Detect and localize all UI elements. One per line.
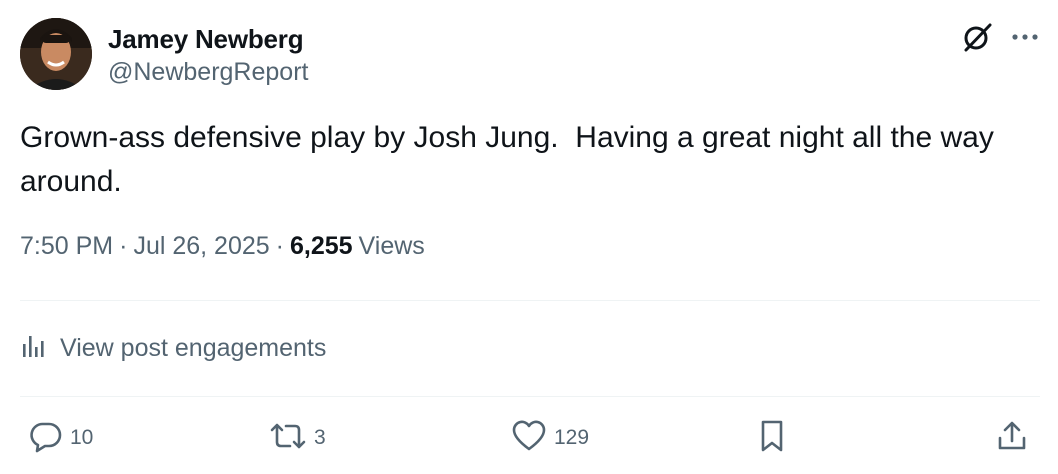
bookmark-button[interactable] [756,414,788,462]
meta-separator: · [275,232,284,260]
view-engagements-label: View post engagements [60,333,327,362]
post-time[interactable]: 7:50 PM [20,232,113,261]
share-button[interactable] [994,414,1030,462]
view-engagements-link[interactable]: View post engagements [20,328,326,368]
meta-separator: · [119,232,128,260]
reply-button[interactable]: 10 [28,414,93,462]
post-header: Jamey Newberg @NewbergReport [20,18,1040,94]
repost-button[interactable]: 3 [268,414,326,462]
author-handle[interactable]: @NewbergReport [108,58,308,87]
divider [20,396,1040,397]
author-name[interactable]: Jamey Newberg [108,24,304,55]
repost-arrows-icon [268,418,308,459]
heart-icon [510,418,548,459]
post-date[interactable]: Jul 26, 2025 [133,232,269,261]
post-text: Grown-ass defensive play by Josh Jung. H… [20,121,994,198]
like-button[interactable]: 129 [510,414,589,462]
action-bar: 10 3 129 [20,414,1040,462]
author-avatar[interactable] [20,18,92,90]
reply-count: 10 [70,426,94,449]
like-count: 129 [554,426,590,449]
reply-bubble-icon [28,418,64,459]
views-count: 6,255 [289,232,353,260]
repost-count: 3 [314,426,326,449]
analytics-bars-icon [20,332,48,365]
share-upload-icon [994,418,1030,459]
grok-icon[interactable] [960,20,994,54]
post-meta: 7:50 PM · Jul 26, 2025 · 6,255 Views [20,232,425,261]
more-options-icon[interactable] [1008,20,1042,54]
views-label: Views [358,232,425,260]
divider [20,300,1040,301]
bookmark-icon [756,418,788,459]
